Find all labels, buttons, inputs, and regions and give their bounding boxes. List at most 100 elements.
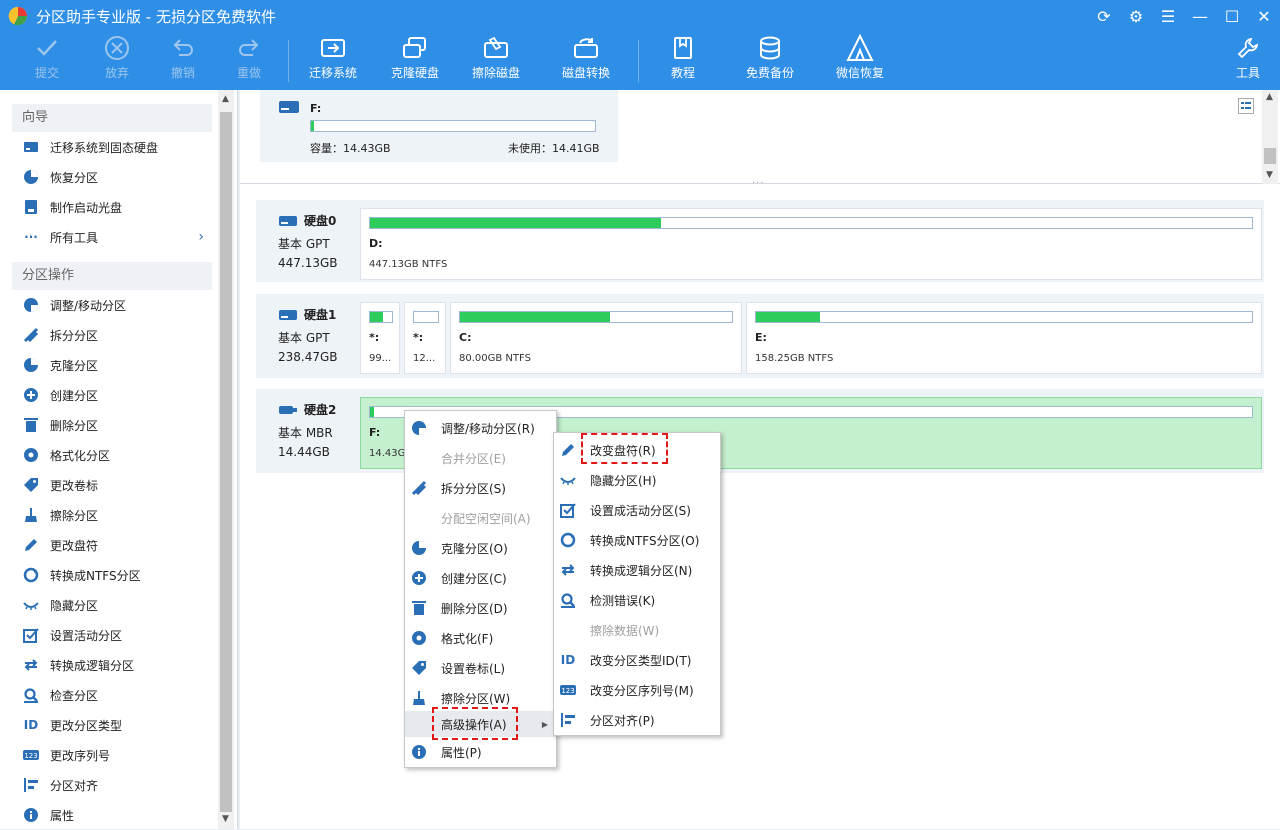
scroll-up-arrow-icon[interactable]: ▲: [222, 94, 229, 104]
menu-item-merge[interactable]: 合并分区(E): [405, 443, 556, 473]
submenu-item-hide[interactable]: 隐藏分区(H): [554, 465, 720, 495]
free-backup-button[interactable]: 免费备份: [740, 32, 800, 90]
disk-name: 硬盘2: [304, 403, 337, 417]
partition-block[interactable]: *: 99...: [360, 302, 400, 374]
sidebar: 向导 迁移系统到固态硬盘 恢复分区 制作启动光盘 ··· 所有工具 › 分区操作…: [0, 90, 238, 829]
sidebar-item-create[interactable]: 创建分区: [12, 380, 212, 410]
menu-item-format[interactable]: 格式化(F): [405, 623, 556, 653]
toolbar-separator: [638, 40, 639, 82]
menu-item-resize-move[interactable]: 调整/移动分区(R): [405, 413, 556, 443]
hidden-eye-icon: [560, 477, 576, 485]
partition-usage-fill: [370, 218, 662, 228]
splitter-handle[interactable]: ···: [752, 178, 765, 189]
convert-arrows-icon: [561, 564, 575, 576]
close-button[interactable]: ✕: [1248, 0, 1280, 32]
sidebar-item-align[interactable]: 分区对齐: [12, 770, 212, 800]
submenu-item-convert-logical[interactable]: 转换成逻辑分区(N): [554, 555, 720, 585]
disk-convert-button[interactable]: 磁盘转换: [555, 32, 617, 90]
menu-item-allocate-free[interactable]: 分配空闲空间(A): [405, 503, 556, 533]
redo-label: 重做: [236, 66, 261, 80]
tools-button[interactable]: 工具: [1230, 32, 1266, 90]
wechat-recovery-button[interactable]: 微信恢复: [830, 32, 890, 90]
sidebar-item-properties[interactable]: 属性: [12, 800, 212, 830]
menu-item-set-label[interactable]: 设置卷标(L): [405, 653, 556, 683]
partition-block[interactable]: D: 447.13GB NTFS: [360, 208, 1262, 280]
submenu-item-check-errors[interactable]: 检测错误(K): [554, 585, 720, 615]
pencil-icon: [25, 539, 37, 551]
migrate-ssd-icon: [24, 142, 38, 152]
sidebar-item-split[interactable]: 拆分分区: [12, 320, 212, 350]
sidebar-item-convert-logical[interactable]: 转换成逻辑分区: [12, 650, 212, 680]
pencil-icon: [562, 444, 574, 456]
partition-block[interactable]: C: 80.00GB NTFS: [450, 302, 742, 374]
sidebar-item-resize-move[interactable]: 调整/移动分区: [12, 290, 212, 320]
sidebar-item-set-active[interactable]: 设置活动分区: [12, 620, 212, 650]
submenu-item-change-serial[interactable]: 123 改变分区序列号(M): [554, 675, 720, 705]
undo-button[interactable]: 撤销: [160, 32, 206, 90]
window-controls: ⟳ ⚙ ☰ — ☐ ✕: [1088, 0, 1280, 32]
sidebar-item-change-serial[interactable]: 123 更改序列号: [12, 740, 212, 770]
menu-item-properties[interactable]: 属性(P): [405, 737, 556, 767]
menu-item-clone[interactable]: 克隆分区(O): [405, 533, 556, 563]
sidebar-item-change-type[interactable]: ID 更改分区类型: [12, 710, 212, 740]
clone-disk-button[interactable]: 克隆硬盘: [384, 32, 446, 90]
sidebar-item-delete[interactable]: 删除分区: [12, 410, 212, 440]
menu-item-label: 转换成逻辑分区(N): [590, 563, 693, 578]
wipe-disk-button[interactable]: 擦除磁盘: [465, 32, 527, 90]
submenu-item-set-active[interactable]: 设置成活动分区(S): [554, 495, 720, 525]
sidebar-item-convert-ntfs[interactable]: 转换成NTFS分区: [12, 560, 212, 590]
sidebar-scroll-thumb[interactable]: [220, 112, 232, 812]
menu-item-label: 分配空闲空间(A): [441, 511, 531, 526]
sidebar-item-change-label[interactable]: 更改卷标: [12, 470, 212, 500]
broom-icon: [413, 691, 425, 705]
scroll-down-arrow-icon[interactable]: ▼: [222, 814, 229, 824]
submenu-item-convert-ntfs[interactable]: 转换成NTFS分区(O): [554, 525, 720, 555]
set-active-icon: [23, 628, 39, 643]
sidebar-item-bootable-media[interactable]: 制作启动光盘: [12, 192, 212, 222]
tutorial-button[interactable]: 教程: [660, 32, 706, 90]
overview-scroll-thumb[interactable]: [1264, 148, 1276, 164]
sidebar-item-all-tools[interactable]: ··· 所有工具 ›: [12, 222, 212, 252]
partition-block[interactable]: E: 158.25GB NTFS: [746, 302, 1262, 374]
overview-scrollbar[interactable]: ▲ ▼: [1262, 90, 1278, 184]
sidebar-item-format[interactable]: 格式化分区: [12, 440, 212, 470]
sidebar-item-wipe[interactable]: 擦除分区: [12, 500, 212, 530]
maximize-button[interactable]: ☐: [1216, 0, 1248, 32]
partition-capacity: 容量：14.43GB: [310, 142, 391, 155]
settings-icon[interactable]: ⚙: [1120, 0, 1152, 32]
sidebar-item-check[interactable]: 检查分区: [12, 680, 212, 710]
refresh-icon[interactable]: ⟳: [1088, 0, 1120, 32]
view-toggle-icon[interactable]: [1238, 98, 1254, 114]
format-partition-icon: [24, 448, 38, 462]
migrate-os-button[interactable]: 迁移系统: [302, 32, 364, 90]
scroll-up-arrow-icon[interactable]: ▲: [1266, 92, 1273, 102]
sidebar-item-label: 更改盘符: [50, 538, 99, 553]
sidebar-item-clone[interactable]: 克隆分区: [12, 350, 212, 380]
partition-usage-bar: [310, 120, 596, 132]
clone-partition-icon: [412, 541, 426, 555]
cancel-circle-icon: [105, 36, 129, 60]
menu-item-create[interactable]: 创建分区(C): [405, 563, 556, 593]
submenu-item-wipe-data[interactable]: 擦除数据(W): [554, 615, 720, 645]
commit-button[interactable]: 提交: [24, 32, 70, 90]
sidebar-item-label: 所有工具: [50, 230, 99, 245]
partition-block[interactable]: *: 12...: [404, 302, 446, 374]
sidebar-item-hide[interactable]: 隐藏分区: [12, 590, 212, 620]
menu-item-delete[interactable]: 删除分区(D): [405, 593, 556, 623]
disk-size: 447.13GB: [278, 256, 338, 270]
submenu-item-align[interactable]: 分区对齐(P): [554, 705, 720, 735]
discard-button[interactable]: 放弃: [94, 32, 140, 90]
sidebar-scrollbar[interactable]: ▲ ▼: [218, 90, 234, 829]
submenu-item-change-type-id[interactable]: ID 改变分区类型ID(T): [554, 645, 720, 675]
sidebar-item-change-letter[interactable]: 更改盘符: [12, 530, 212, 560]
sidebar-item-migrate-ssd[interactable]: 迁移系统到固态硬盘: [12, 132, 212, 162]
minimize-button[interactable]: —: [1184, 0, 1216, 32]
menu-item-label: 属性(P): [441, 745, 482, 760]
book-icon: [674, 37, 692, 59]
sidebar-item-recover-partition[interactable]: 恢复分区: [12, 162, 212, 192]
menu-icon[interactable]: ☰: [1152, 0, 1184, 32]
scroll-down-arrow-icon[interactable]: ▼: [1266, 170, 1273, 180]
redo-button[interactable]: 重做: [226, 32, 272, 90]
menu-item-split[interactable]: 拆分分区(S): [405, 473, 556, 503]
partition-card-f[interactable]: F: 容量：14.43GB 未使用：14.41GB: [260, 90, 618, 162]
